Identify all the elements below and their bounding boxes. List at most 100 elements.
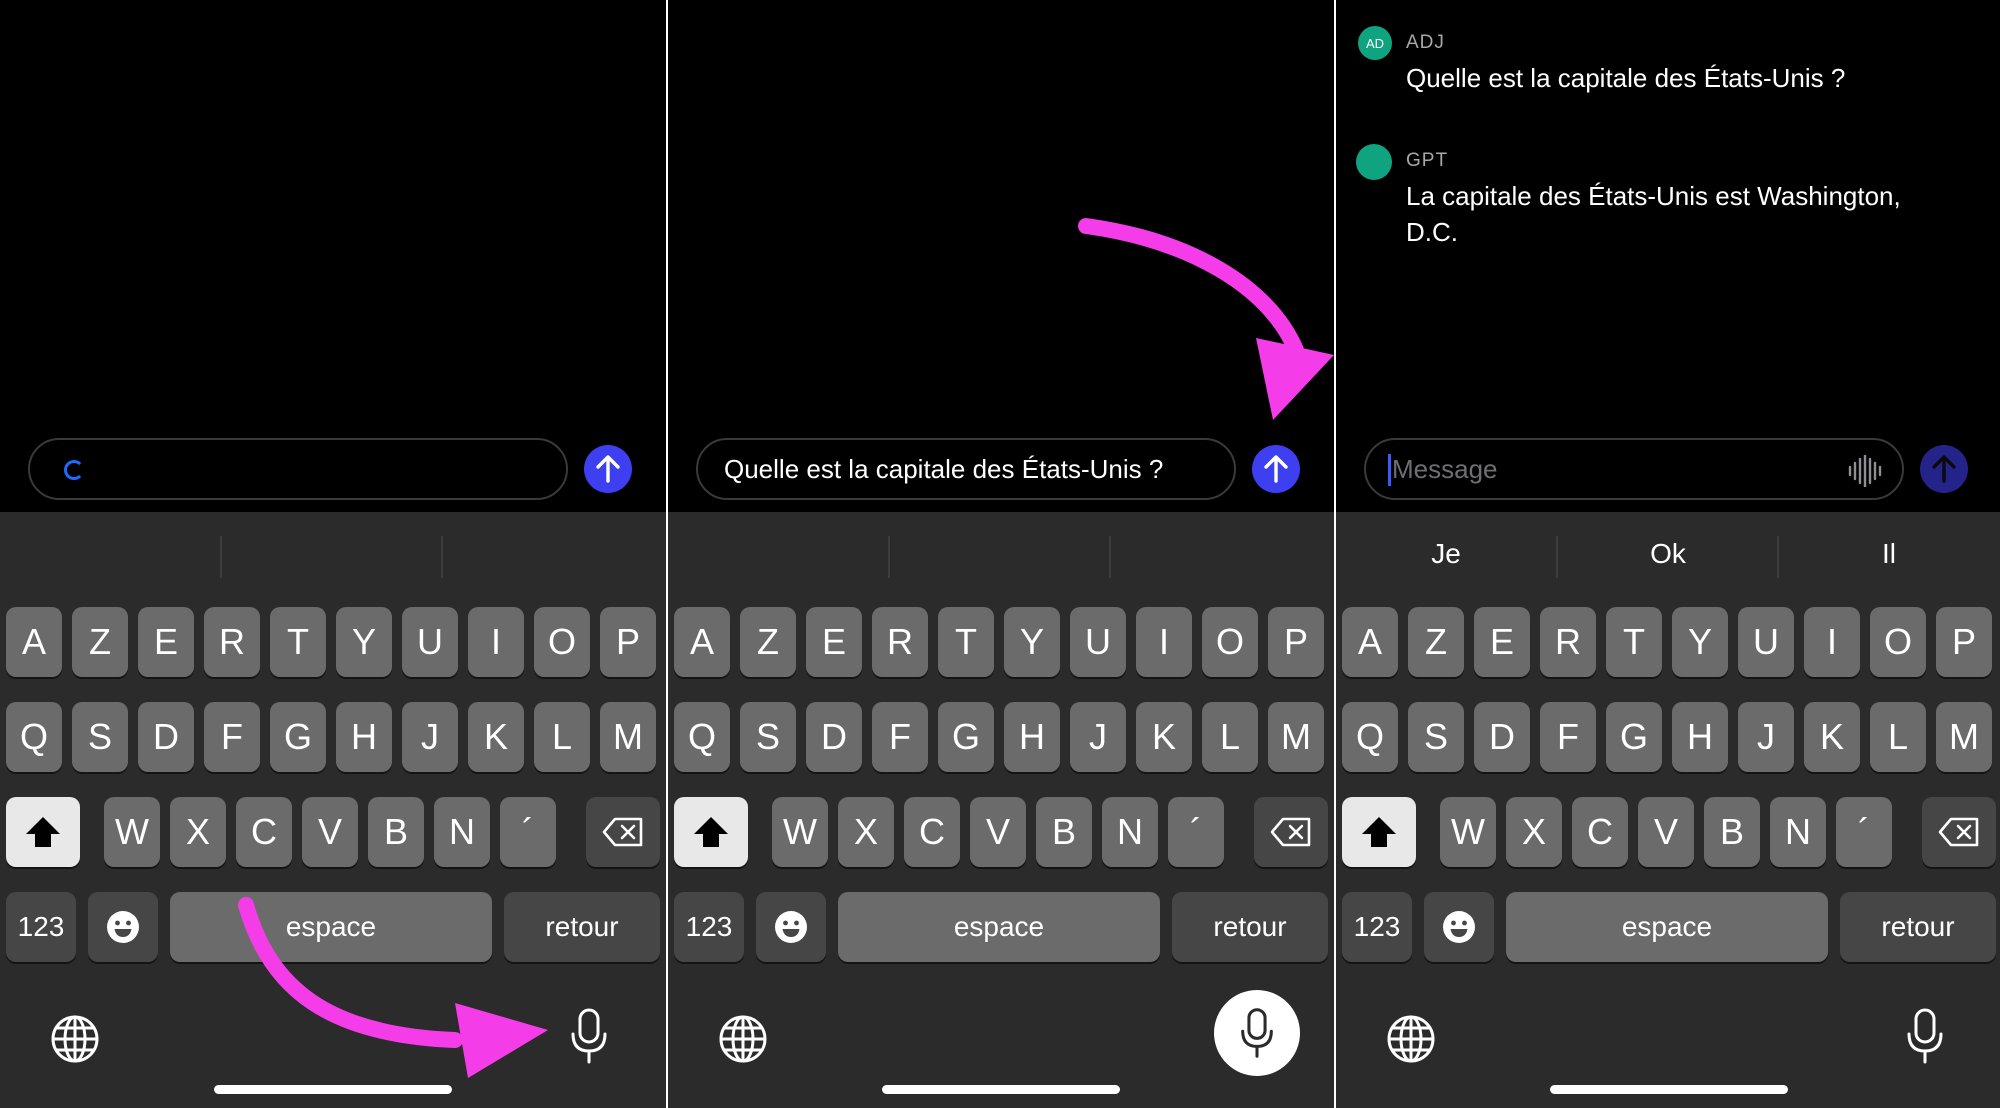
microphone-icon[interactable]	[1906, 1008, 1944, 1064]
key-r[interactable]: R	[872, 607, 928, 677]
key-u[interactable]: U	[1738, 607, 1794, 677]
key-j[interactable]: J	[1738, 702, 1794, 772]
key-x[interactable]: X	[838, 797, 894, 867]
globe-icon[interactable]	[718, 1014, 768, 1064]
key-a[interactable]: A	[674, 607, 730, 677]
key-u[interactable]: U	[1070, 607, 1126, 677]
numbers-key[interactable]: 123	[6, 892, 76, 962]
key-accent[interactable]: ´	[1836, 797, 1892, 867]
key-s[interactable]: S	[740, 702, 796, 772]
key-w[interactable]: W	[1440, 797, 1496, 867]
return-key[interactable]: retour	[504, 892, 660, 962]
key-l[interactable]: L	[534, 702, 590, 772]
key-x[interactable]: X	[170, 797, 226, 867]
key-d[interactable]: D	[1474, 702, 1530, 772]
return-key[interactable]: retour	[1840, 892, 1996, 962]
send-button[interactable]	[1252, 445, 1300, 493]
key-y[interactable]: Y	[336, 607, 392, 677]
key-g[interactable]: G	[938, 702, 994, 772]
key-i[interactable]: I	[1136, 607, 1192, 677]
key-i[interactable]: I	[468, 607, 524, 677]
key-y[interactable]: Y	[1672, 607, 1728, 677]
key-h[interactable]: H	[1004, 702, 1060, 772]
microphone-icon[interactable]	[570, 1008, 608, 1064]
key-w[interactable]: W	[772, 797, 828, 867]
message-input[interactable]	[28, 438, 568, 500]
key-v[interactable]: V	[970, 797, 1026, 867]
key-m[interactable]: M	[1268, 702, 1324, 772]
key-t[interactable]: T	[1606, 607, 1662, 677]
key-k[interactable]: K	[1136, 702, 1192, 772]
key-d[interactable]: D	[138, 702, 194, 772]
key-p[interactable]: P	[600, 607, 656, 677]
key-h[interactable]: H	[1672, 702, 1728, 772]
key-z[interactable]: Z	[72, 607, 128, 677]
key-d[interactable]: D	[806, 702, 862, 772]
shift-key[interactable]	[674, 797, 748, 867]
numbers-key[interactable]: 123	[674, 892, 744, 962]
key-j[interactable]: J	[1070, 702, 1126, 772]
key-v[interactable]: V	[302, 797, 358, 867]
key-r[interactable]: R	[204, 607, 260, 677]
key-k[interactable]: K	[468, 702, 524, 772]
delete-key[interactable]	[1254, 797, 1328, 867]
globe-icon[interactable]	[50, 1014, 100, 1064]
key-e[interactable]: E	[138, 607, 194, 677]
key-c[interactable]: C	[236, 797, 292, 867]
key-a[interactable]: A	[1342, 607, 1398, 677]
message-input[interactable]: Quelle est la capitale des États-Unis ?	[696, 438, 1236, 500]
suggestion-item[interactable]: Ok	[1558, 538, 1778, 570]
key-q[interactable]: Q	[674, 702, 730, 772]
key-m[interactable]: M	[600, 702, 656, 772]
key-o[interactable]: O	[534, 607, 590, 677]
key-i[interactable]: I	[1804, 607, 1860, 677]
space-key[interactable]: espace	[170, 892, 492, 962]
key-n[interactable]: N	[1102, 797, 1158, 867]
key-k[interactable]: K	[1804, 702, 1860, 772]
key-a[interactable]: A	[6, 607, 62, 677]
delete-key[interactable]	[586, 797, 660, 867]
key-c[interactable]: C	[904, 797, 960, 867]
space-key[interactable]: espace	[838, 892, 1160, 962]
emoji-key[interactable]	[88, 892, 158, 962]
delete-key[interactable]	[1922, 797, 1996, 867]
return-key[interactable]: retour	[1172, 892, 1328, 962]
key-p[interactable]: P	[1936, 607, 1992, 677]
key-h[interactable]: H	[336, 702, 392, 772]
key-t[interactable]: T	[938, 607, 994, 677]
key-z[interactable]: Z	[740, 607, 796, 677]
message-input[interactable]: Message	[1364, 438, 1904, 500]
key-p[interactable]: P	[1268, 607, 1324, 677]
shift-key[interactable]	[6, 797, 80, 867]
send-button[interactable]	[584, 445, 632, 493]
key-f[interactable]: F	[1540, 702, 1596, 772]
key-b[interactable]: B	[368, 797, 424, 867]
key-accent[interactable]: ´	[500, 797, 556, 867]
key-o[interactable]: O	[1870, 607, 1926, 677]
key-w[interactable]: W	[104, 797, 160, 867]
dictation-button-active[interactable]	[1214, 990, 1300, 1076]
send-button[interactable]	[1920, 445, 1968, 493]
key-q[interactable]: Q	[6, 702, 62, 772]
key-v[interactable]: V	[1638, 797, 1694, 867]
key-b[interactable]: B	[1704, 797, 1760, 867]
key-s[interactable]: S	[1408, 702, 1464, 772]
key-g[interactable]: G	[1606, 702, 1662, 772]
key-f[interactable]: F	[872, 702, 928, 772]
key-n[interactable]: N	[434, 797, 490, 867]
key-x[interactable]: X	[1506, 797, 1562, 867]
key-t[interactable]: T	[270, 607, 326, 677]
key-g[interactable]: G	[270, 702, 326, 772]
key-e[interactable]: E	[1474, 607, 1530, 677]
key-l[interactable]: L	[1870, 702, 1926, 772]
key-accent[interactable]: ´	[1168, 797, 1224, 867]
key-o[interactable]: O	[1202, 607, 1258, 677]
key-l[interactable]: L	[1202, 702, 1258, 772]
key-n[interactable]: N	[1770, 797, 1826, 867]
emoji-key[interactable]	[1424, 892, 1494, 962]
key-j[interactable]: J	[402, 702, 458, 772]
key-m[interactable]: M	[1936, 702, 1992, 772]
numbers-key[interactable]: 123	[1342, 892, 1412, 962]
shift-key[interactable]	[1342, 797, 1416, 867]
emoji-key[interactable]	[756, 892, 826, 962]
